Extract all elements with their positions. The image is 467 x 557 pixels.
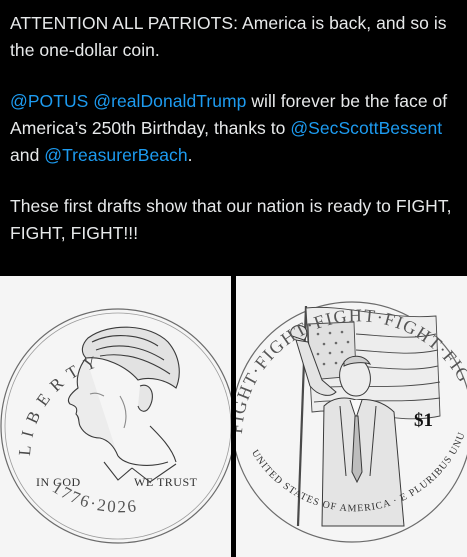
mention-beach-link[interactable]: @TreasurerBeach	[44, 145, 187, 165]
coin-front-drawing: L I B E R T Y IN GOD WE TRUST 1776·2026	[0, 308, 231, 544]
coin-back-drawing: $1 FIGHT·FIGHT·FIGHT·FIGHT·FIGHT UNITED …	[236, 276, 467, 543]
tweet-paragraph-2: @POTUS @realDonaldTrump will forever be …	[10, 88, 462, 169]
tweet-paragraph-1: ATTENTION ALL PATRIOTS: America is back,…	[10, 10, 462, 64]
mention-bessent-link[interactable]: @SecScottBessent	[290, 118, 442, 138]
tweet-body: ATTENTION ALL PATRIOTS: America is back,…	[10, 10, 462, 271]
coin-back-image[interactable]: $1 FIGHT·FIGHT·FIGHT·FIGHT·FIGHT UNITED …	[236, 276, 467, 557]
tweet-media[interactable]: L I B E R T Y IN GOD WE TRUST 1776·2026	[0, 276, 467, 557]
tweet-line-1: ATTENTION ALL PATRIOTS: America is back,…	[10, 13, 447, 60]
portrait-profile	[67, 326, 180, 483]
tweet-paragraph-3: These first drafts show that our nation …	[10, 193, 462, 247]
denomination-label: $1	[414, 410, 433, 431]
years-inscription: 1776·2026	[49, 478, 139, 517]
mention-trump-link[interactable]: @realDonaldTrump	[93, 91, 246, 111]
tweet-text-and: and	[10, 145, 45, 165]
tweet-text-end: .	[187, 145, 193, 165]
tweet-line-3: These first drafts show that our nation …	[10, 196, 452, 243]
motto-right: WE TRUST	[134, 475, 198, 489]
mention-potus-link[interactable]: @POTUS	[10, 91, 88, 111]
coin-front-image[interactable]: L I B E R T Y IN GOD WE TRUST 1776·2026	[0, 276, 231, 557]
